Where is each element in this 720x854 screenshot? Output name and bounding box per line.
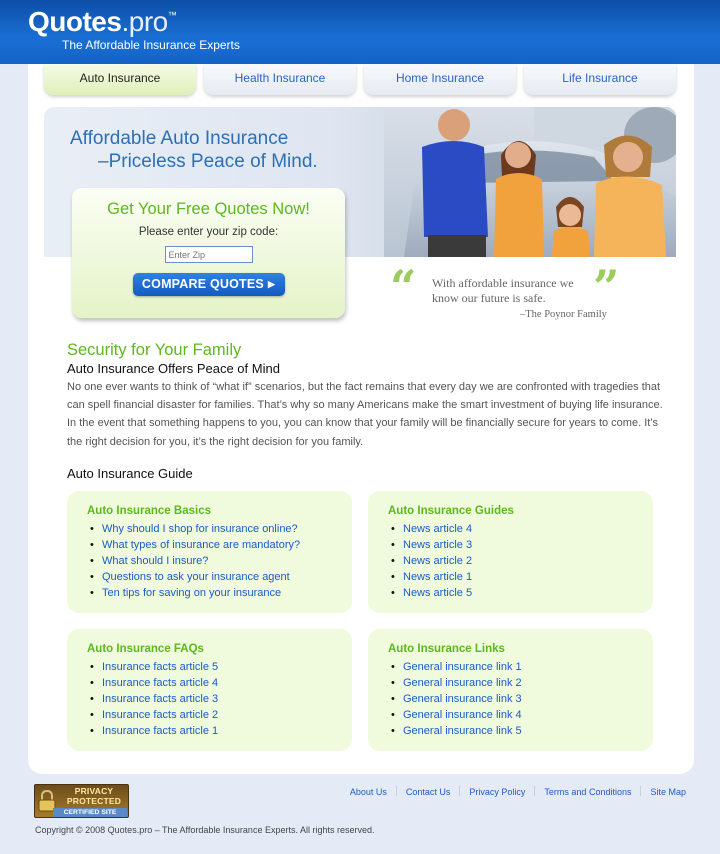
guide-link[interactable]: Insurance facts article 3: [90, 691, 218, 707]
guide-link[interactable]: What should I insure?: [90, 553, 300, 569]
guide-title: Auto Insurance Guide: [67, 466, 193, 481]
footer-link-terms[interactable]: Terms and Conditions: [544, 787, 631, 797]
footer-divider: [640, 786, 642, 796]
hero-title-line1: Affordable Auto Insurance: [70, 128, 289, 149]
guide-link[interactable]: General insurance link 1: [391, 659, 522, 675]
guide-link[interactable]: News article 4: [391, 521, 472, 537]
footer-link-site-map[interactable]: Site Map: [650, 787, 686, 797]
section-paragraph: No one ever wants to think of “what if” …: [67, 381, 663, 448]
section-title: Security for Your Family: [67, 341, 242, 359]
guide-link[interactable]: Insurance facts article 1: [90, 723, 218, 739]
guide-link[interactable]: What types of insurance are mandatory?: [90, 537, 300, 553]
footer-links: About Us Contact Us Privacy Policy Terms an…: [350, 786, 686, 797]
guide-box-title: Auto Insurance FAQs: [87, 643, 204, 655]
tab-auto-insurance[interactable]: Auto Insurance: [44, 64, 196, 95]
free-quotes-title: Get Your Free Quotes Now!: [107, 200, 310, 218]
footer-link-contact-us[interactable]: Contact Us: [406, 787, 451, 797]
guide-link[interactable]: News article 5: [391, 585, 472, 601]
guide-box-guides: Auto Insurance Guides News article 4 New…: [368, 491, 653, 613]
footer-divider: [459, 786, 461, 796]
logo-main: Quotes: [28, 6, 122, 37]
hero-title: Affordable Auto Insurance –Priceless Pea…: [70, 127, 318, 173]
guide-link[interactable]: General insurance link 2: [391, 675, 522, 691]
guide-box-title: Auto Insurance Guides: [388, 505, 514, 517]
guide-link[interactable]: General insurance link 3: [391, 691, 522, 707]
site-logo[interactable]: Quotes.pro™: [28, 6, 177, 38]
guide-link[interactable]: Why should I shop for insurance online?: [90, 521, 300, 537]
testimonial-text: With affordable insurance we know our fu…: [432, 276, 574, 305]
zip-prompt: Please enter your zip code:: [138, 226, 279, 238]
badge-certified: CERTIFIED SITE: [53, 808, 127, 817]
family-photo: [384, 107, 676, 257]
guide-link[interactable]: Questions to ask your insurance agent: [90, 569, 300, 585]
guide-link[interactable]: Insurance facts article 2: [90, 707, 218, 723]
guide-box-basics: Auto Insurance Basics Why should I shop …: [67, 491, 352, 613]
site-tagline: The Affordable Insurance Experts: [62, 38, 240, 52]
site-header: Quotes.pro™ The Affordable Insurance Exp…: [0, 0, 720, 64]
badge-text: PRIVACY PROTECTED: [59, 786, 128, 806]
testimonial: “ With affordable insurance we know our …: [390, 264, 635, 327]
guide-link[interactable]: Insurance facts article 5: [90, 659, 218, 675]
guide-link[interactable]: News article 1: [391, 569, 472, 585]
tab-life-insurance[interactable]: Life Insurance: [524, 64, 676, 95]
logo-pro: .pro: [121, 6, 168, 37]
guide-link[interactable]: News article 2: [391, 553, 472, 569]
guide-link[interactable]: Insurance facts article 4: [90, 675, 218, 691]
guide-link[interactable]: General insurance link 5: [391, 723, 522, 739]
close-quote-icon: ”: [593, 260, 620, 314]
guide-box-faqs: Auto Insurance FAQs Insurance facts arti…: [67, 629, 352, 751]
footer-link-privacy-policy[interactable]: Privacy Policy: [469, 787, 525, 797]
guide-link[interactable]: News article 3: [391, 537, 472, 553]
guide-box-title: Auto Insurance Basics: [87, 505, 211, 517]
footer-link-about-us[interactable]: About Us: [350, 787, 387, 797]
compare-quotes-button[interactable]: COMPARE QUOTES ▶: [132, 273, 285, 296]
footer-divider: [395, 786, 397, 796]
guide-box-title: Auto Insurance Links: [388, 643, 505, 655]
guide-link[interactable]: Ten tips for saving on your insurance: [90, 585, 300, 601]
zip-code-input[interactable]: [164, 246, 253, 263]
tab-home-insurance[interactable]: Home Insurance: [364, 64, 516, 95]
play-arrow-icon: ▶: [267, 279, 276, 289]
guide-link[interactable]: General insurance link 4: [391, 707, 522, 723]
guide-box-links: Auto Insurance Links General insurance l…: [368, 629, 653, 751]
footer-divider: [534, 786, 536, 796]
section-subtitle: Auto Insurance Offers Peace of Mind: [67, 361, 280, 376]
open-quote-icon: “: [390, 260, 417, 314]
copyright: Copyright © 2008 Quotes.pro – The Afford…: [35, 825, 375, 835]
privacy-protected-badge[interactable]: PRIVACY PROTECTED CERTIFIED SITE: [34, 784, 129, 818]
testimonial-author: –The Poynor Family: [520, 309, 607, 320]
insurance-tabs: Auto Insurance Health Insurance Home Ins…: [44, 64, 678, 96]
tab-health-insurance[interactable]: Health Insurance: [204, 64, 356, 95]
compare-quotes-label: COMPARE QUOTES: [141, 277, 264, 291]
free-quotes-box: Get Your Free Quotes Now! Please enter y…: [72, 188, 345, 318]
hero-title-line2: –Priceless Peace of Mind.: [98, 151, 318, 172]
badge-line2: PROTECTED: [66, 795, 122, 806]
logo-trademark: ™: [167, 10, 177, 20]
